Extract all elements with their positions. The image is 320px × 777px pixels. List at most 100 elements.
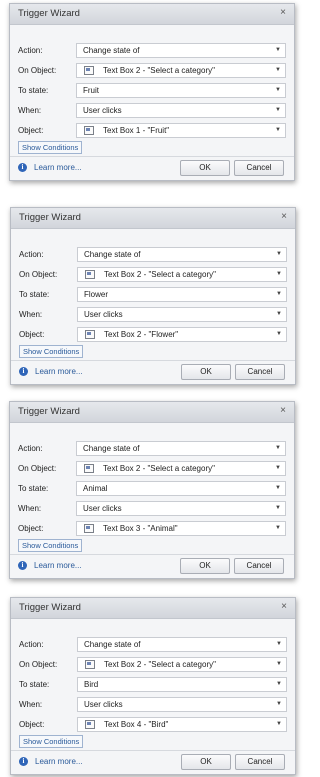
when-dropdown[interactable]: User clicks ▼ (76, 103, 286, 118)
chevron-down-icon[interactable]: ▼ (275, 485, 281, 491)
show-conditions-button[interactable]: Show Conditions (19, 345, 84, 358)
on-object-row: On Object: Text Box 2 - "Select a catego… (11, 657, 295, 673)
when-dropdown[interactable]: User clicks ▼ (76, 501, 286, 516)
action-value: Change state of (84, 250, 141, 259)
trigger-wizard-dialog: Trigger Wizard × Action: Change state of… (9, 3, 295, 181)
on-object-dropdown[interactable]: Text Box 2 - "Select a category" ▼ (76, 461, 286, 476)
chevron-down-icon[interactable]: ▼ (275, 87, 281, 93)
chevron-down-icon[interactable]: ▼ (275, 47, 281, 53)
action-value: Change state of (83, 46, 140, 55)
close-icon[interactable]: × (281, 601, 287, 612)
info-icon: i (19, 757, 28, 766)
when-dropdown[interactable]: User clicks ▼ (77, 697, 287, 712)
show-conditions-button[interactable]: Show Conditions (18, 141, 83, 154)
to-state-dropdown[interactable]: Fruit ▼ (76, 83, 286, 98)
when-dropdown[interactable]: User clicks ▼ (77, 307, 287, 322)
chevron-down-icon[interactable]: ▼ (275, 127, 281, 133)
chevron-down-icon[interactable]: ▼ (276, 701, 282, 707)
learn-more-link[interactable]: Learn more... (34, 163, 82, 172)
action-value: Change state of (84, 640, 141, 649)
on-object-value: Text Box 2 - "Select a category" (104, 270, 216, 279)
chevron-down-icon[interactable]: ▼ (276, 681, 282, 687)
dialog-title: Trigger Wizard (19, 212, 81, 223)
chevron-down-icon[interactable]: ▼ (276, 271, 282, 277)
title-bar: Trigger Wizard × (10, 4, 294, 25)
chevron-down-icon[interactable]: ▼ (275, 67, 281, 73)
show-conditions-button[interactable]: Show Conditions (18, 539, 83, 552)
info-icon: i (18, 561, 27, 570)
when-row: When: User clicks ▼ (10, 103, 294, 119)
action-row: Action: Change state of ▼ (10, 441, 294, 457)
on-object-value: Text Box 2 - "Select a category" (103, 66, 215, 75)
cancel-button[interactable]: Cancel (235, 754, 285, 770)
close-icon[interactable]: × (280, 7, 286, 18)
title-bar: Trigger Wizard × (11, 208, 295, 229)
chevron-down-icon[interactable]: ▼ (275, 465, 281, 471)
on-object-value: Text Box 2 - "Select a category" (104, 660, 216, 669)
chevron-down-icon[interactable]: ▼ (275, 107, 281, 113)
chevron-down-icon[interactable]: ▼ (276, 311, 282, 317)
chevron-down-icon[interactable]: ▼ (275, 445, 281, 451)
when-value: User clicks (84, 310, 123, 319)
learn-more-link[interactable]: Learn more... (34, 561, 82, 570)
ok-button[interactable]: OK (181, 364, 231, 380)
to-state-row: To state: Flower ▼ (11, 287, 295, 303)
object-row: Object: Text Box 2 - "Flower" ▼ (11, 327, 295, 343)
close-icon[interactable]: × (280, 405, 286, 416)
chevron-down-icon[interactable]: ▼ (276, 641, 282, 647)
on-object-dropdown[interactable]: Text Box 2 - "Select a category" ▼ (77, 657, 287, 672)
object-row: Object: Text Box 1 - "Fruit" ▼ (10, 123, 294, 139)
action-label: Action: (19, 640, 44, 649)
action-dropdown[interactable]: Change state of ▼ (77, 637, 287, 652)
action-dropdown[interactable]: Change state of ▼ (76, 43, 286, 58)
chevron-down-icon[interactable]: ▼ (275, 525, 281, 531)
cancel-button[interactable]: Cancel (235, 364, 285, 380)
on-object-row: On Object: Text Box 2 - "Select a catego… (11, 267, 295, 283)
action-label: Action: (19, 250, 44, 259)
object-dropdown[interactable]: Text Box 4 - "Bird" ▼ (77, 717, 287, 732)
object-label: Object: (19, 720, 45, 729)
on-object-dropdown[interactable]: Text Box 2 - "Select a category" ▼ (76, 63, 286, 78)
action-row: Action: Change state of ▼ (11, 637, 295, 653)
chevron-down-icon[interactable]: ▼ (276, 661, 282, 667)
action-dropdown[interactable]: Change state of ▼ (77, 247, 287, 262)
to-state-label: To state: (19, 680, 50, 689)
object-dropdown[interactable]: Text Box 2 - "Flower" ▼ (77, 327, 287, 342)
ok-button[interactable]: OK (180, 558, 230, 574)
cancel-button[interactable]: Cancel (234, 160, 284, 176)
to-state-label: To state: (18, 484, 49, 493)
chevron-down-icon[interactable]: ▼ (276, 291, 282, 297)
chevron-down-icon[interactable]: ▼ (276, 251, 282, 257)
cancel-button[interactable]: Cancel (234, 558, 284, 574)
chevron-down-icon[interactable]: ▼ (276, 721, 282, 727)
action-row: Action: Change state of ▼ (11, 247, 295, 263)
action-value: Change state of (83, 444, 140, 453)
chevron-down-icon[interactable]: ▼ (275, 505, 281, 511)
action-label: Action: (18, 46, 43, 55)
chevron-down-icon[interactable]: ▼ (276, 331, 282, 337)
to-state-label: To state: (18, 86, 49, 95)
on-object-dropdown[interactable]: Text Box 2 - "Select a category" ▼ (77, 267, 287, 282)
info-icon: i (18, 163, 27, 172)
when-row: When: User clicks ▼ (10, 501, 294, 517)
to-state-dropdown[interactable]: Animal ▼ (76, 481, 286, 496)
object-label: Object: (19, 330, 45, 339)
dialog-footer: i Learn more... OK Cancel (11, 751, 295, 775)
dialog-body: Action: Change state of ▼ On Object: Tex… (10, 25, 294, 141)
show-conditions-button[interactable]: Show Conditions (19, 735, 84, 748)
object-dropdown[interactable]: Text Box 1 - "Fruit" ▼ (76, 123, 286, 138)
learn-more-link[interactable]: Learn more... (35, 757, 83, 766)
to-state-dropdown[interactable]: Flower ▼ (77, 287, 287, 302)
to-state-dropdown[interactable]: Bird ▼ (77, 677, 287, 692)
close-icon[interactable]: × (281, 211, 287, 222)
to-state-value: Fruit (83, 86, 99, 95)
object-label: Object: (18, 126, 44, 135)
to-state-value: Flower (84, 290, 109, 299)
ok-button[interactable]: OK (180, 160, 230, 176)
action-row: Action: Change state of ▼ (10, 43, 294, 59)
action-dropdown[interactable]: Change state of ▼ (76, 441, 286, 456)
learn-more-link[interactable]: Learn more... (35, 367, 83, 376)
ok-button[interactable]: OK (181, 754, 231, 770)
object-row: Object: Text Box 4 - "Bird" ▼ (11, 717, 295, 733)
object-dropdown[interactable]: Text Box 3 - "Animal" ▼ (76, 521, 286, 536)
